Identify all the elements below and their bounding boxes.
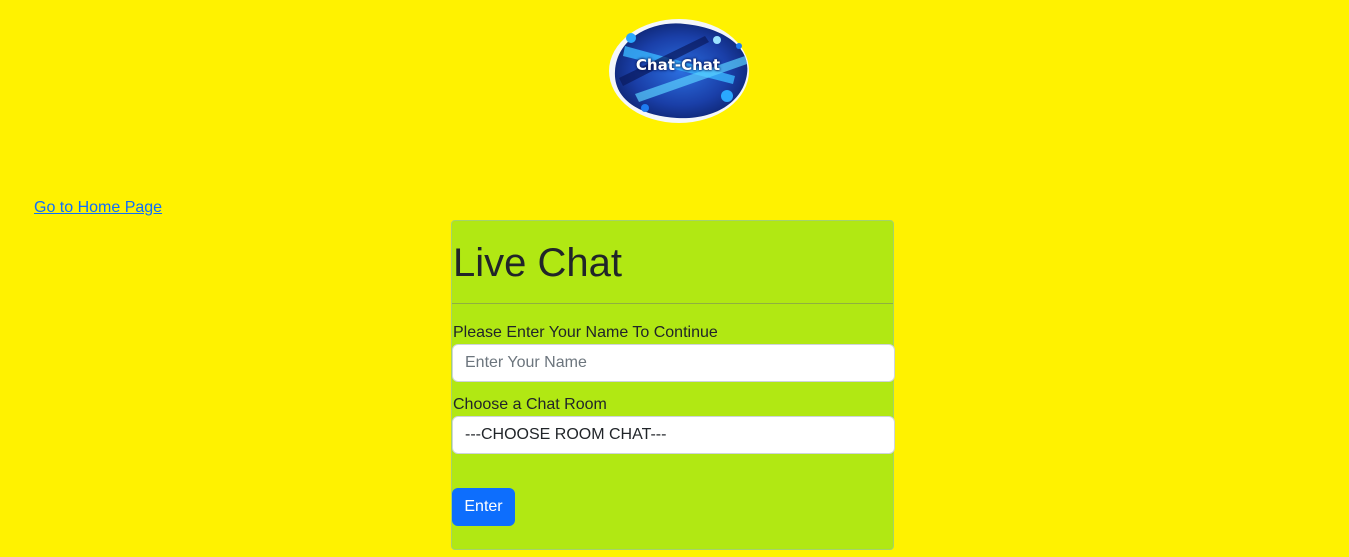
name-input[interactable] [452,344,895,382]
logo-text: Chat-Chat [635,56,721,74]
chat-chat-logo: Chat-Chat [605,16,755,126]
room-select[interactable]: ---CHOOSE ROOM CHAT--- [452,416,895,454]
live-chat-card: Live Chat Please Enter Your Name To Cont… [451,220,895,550]
page: Chat-Chat Go to Home Page Live Chat Plea… [0,0,1349,557]
home-page-link[interactable]: Go to Home Page [34,199,162,217]
room-select-value: ---CHOOSE ROOM CHAT--- [465,426,667,443]
card-divider [452,303,893,304]
name-label: Please Enter Your Name To Continue [453,324,718,341]
enter-button[interactable]: Enter [452,488,515,526]
card-title: Live Chat [453,241,622,285]
room-label: Choose a Chat Room [453,396,607,413]
